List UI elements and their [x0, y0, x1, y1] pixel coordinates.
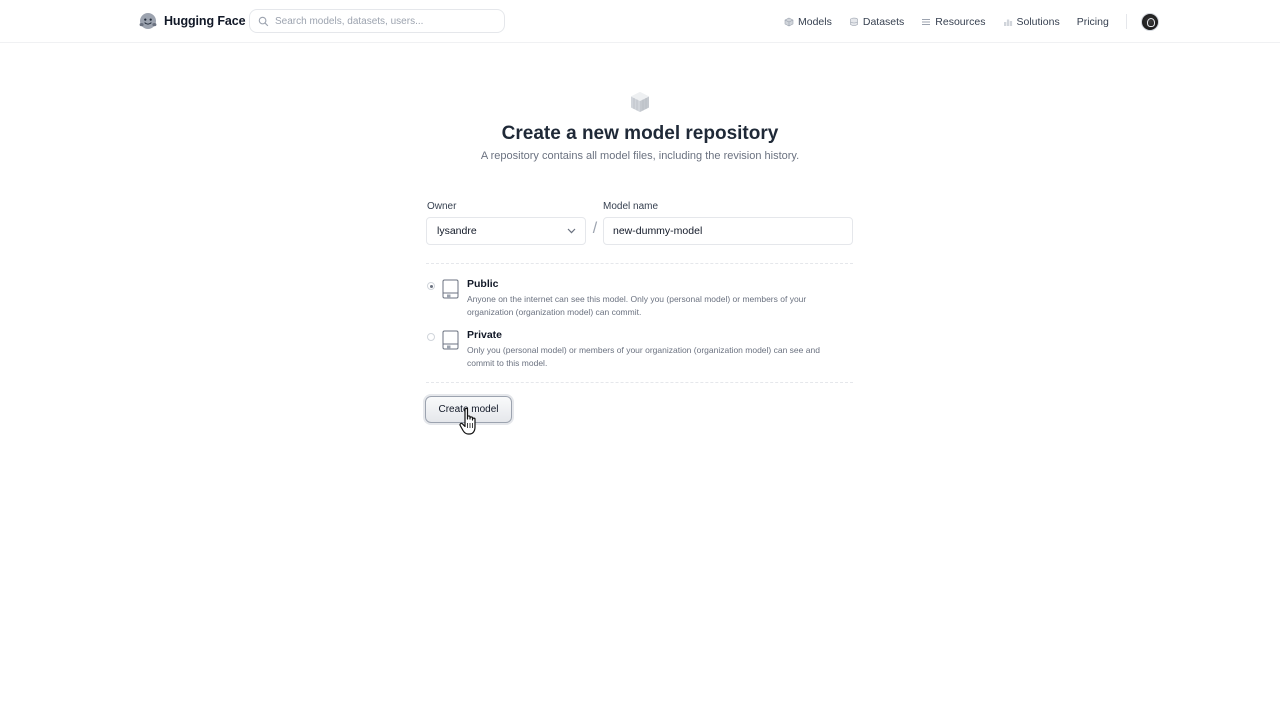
model-name-label: Model name	[603, 201, 659, 212]
datasets-icon	[850, 17, 858, 26]
owner-label: Owner	[427, 201, 457, 212]
nav-pricing[interactable]: Pricing	[1077, 16, 1109, 28]
model-repository-icon	[631, 92, 649, 112]
brand-name: Hugging Face	[164, 14, 246, 28]
nav-models[interactable]: Models	[784, 16, 832, 28]
user-avatar[interactable]	[1140, 12, 1159, 31]
hand-pointer-cursor-icon	[459, 407, 476, 435]
chevron-down-icon	[567, 228, 576, 234]
search-icon	[258, 16, 269, 26]
main-nav: Models Datasets Resources Solutions Pric…	[784, 0, 1159, 43]
nav-solutions-label: Solutions	[1016, 15, 1060, 28]
page-subtitle: A repository contains all model files, i…	[480, 150, 800, 162]
model-name-input[interactable]	[603, 217, 853, 245]
nav-resources[interactable]: Resources	[921, 15, 986, 28]
nav-datasets-label: Datasets	[862, 15, 905, 28]
owner-select[interactable]: lysandre	[426, 217, 586, 245]
search-input[interactable]	[275, 15, 495, 27]
nav-divider	[1125, 14, 1127, 29]
public-radio[interactable]	[427, 282, 435, 290]
public-repo-icon	[442, 279, 459, 299]
page-title: Create a new model repository	[501, 123, 779, 144]
nav-solutions[interactable]: Solutions	[1003, 16, 1060, 28]
nav-resources-label: Resources	[935, 15, 986, 28]
owner-name-separator: /	[592, 220, 598, 237]
private-repo-icon	[442, 330, 459, 350]
section-divider-bottom	[426, 382, 853, 383]
visibility-option-public[interactable]: Public Anyone on the internet can see th…	[426, 278, 853, 322]
hugging-face-logo-icon	[139, 13, 157, 29]
nav-models-label: Models	[798, 15, 832, 28]
resources-icon	[922, 18, 931, 25]
public-option-description: Anyone on the internet can see this mode…	[467, 294, 807, 317]
top-navbar: Hugging Face Models Datasets	[0, 0, 1280, 43]
solutions-icon	[1003, 19, 1012, 26]
nav-datasets[interactable]: Datasets	[849, 16, 904, 28]
section-divider	[426, 263, 853, 264]
private-radio[interactable]	[427, 333, 435, 341]
private-option-title: Private	[467, 329, 503, 341]
public-option-title: Public	[467, 278, 499, 290]
private-option-description: Only you (personal model) or members of …	[467, 345, 820, 368]
search-box[interactable]	[249, 9, 505, 33]
visibility-option-private[interactable]: Private Only you (personal model) or mem…	[426, 329, 853, 373]
owner-select-value: lysandre	[437, 225, 477, 237]
home-link[interactable]: Hugging Face	[138, 11, 246, 31]
nav-pricing-label: Pricing	[1076, 15, 1109, 28]
models-icon	[784, 17, 794, 26]
